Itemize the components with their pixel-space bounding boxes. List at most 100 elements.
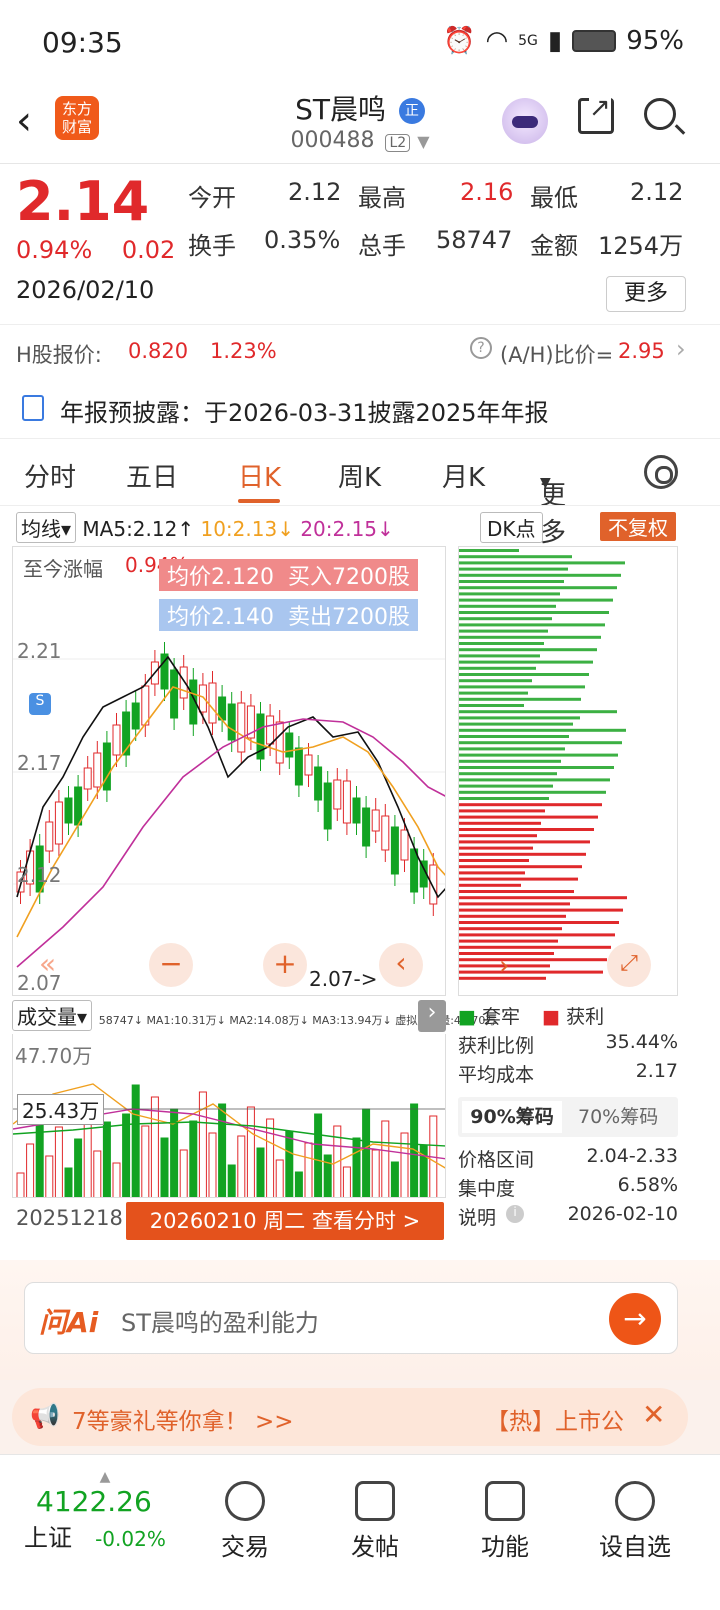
volume-selector[interactable]: 成交量▾ [12, 1000, 93, 1031]
share-icon[interactable] [578, 93, 614, 134]
chip-bar [459, 728, 626, 732]
volume-bar [237, 1135, 246, 1197]
fuquan-button[interactable]: 不复权 [600, 512, 676, 541]
yen-icon [225, 1481, 265, 1521]
zoom-in-icon[interactable]: + [263, 943, 307, 987]
scroll-left-icon[interactable]: « [39, 947, 56, 980]
chip-bar [459, 890, 574, 893]
candle [141, 685, 150, 726]
step-left-icon[interactable]: ‹ [379, 943, 423, 987]
volume-bar [16, 1172, 25, 1197]
dk-selector[interactable]: DK点 [480, 512, 543, 543]
volume-bar [419, 1144, 428, 1197]
buy-tip: 均价2.120 买入7200股 [159, 559, 418, 591]
chip-row: 平均成本 2.17 [458, 1060, 678, 1089]
volume-bar [122, 1113, 131, 1197]
status-time: 09:35 [42, 26, 123, 59]
period-tabs: 分时 五日 日K 周K 月K 更多 ▼ [0, 439, 720, 548]
ma-legend: 均线▾ MA5:2.12↑ 10:2.13↓ 20:2.15↓ [16, 512, 394, 543]
volume-bar [390, 1161, 399, 1197]
ma20-value: 20:2.15↓ [300, 517, 394, 541]
info-icon[interactable]: i [506, 1205, 524, 1223]
h-share-row[interactable]: H股报价: 0.820 1.23% ? (A/H)比价= 2.95 › [0, 324, 720, 379]
zoom-out-icon[interactable]: − [149, 943, 193, 987]
chip-bar [459, 859, 529, 862]
chip-bar [459, 747, 565, 751]
ma-selector[interactable]: 均线▾ [16, 512, 77, 543]
ai-robot-icon[interactable] [502, 98, 548, 144]
chip-bar [459, 852, 586, 856]
tab-watchlist[interactable]: 设自选 [590, 1481, 680, 1562]
volume-bar [112, 1162, 121, 1197]
field-value: 2.12 [630, 178, 684, 206]
candle [304, 754, 313, 776]
tab-90-chips[interactable]: 90%筹码 [462, 1101, 562, 1133]
tab-wuri[interactable]: 五日 [126, 457, 178, 494]
chip-bar [459, 753, 618, 757]
chip-bar [459, 846, 533, 850]
ah-label: (A/H)比价= [500, 343, 614, 367]
help-icon[interactable]: ? [470, 337, 492, 359]
field-value: 2.12 [288, 178, 342, 206]
volume-bar [342, 1166, 351, 1197]
grid-icon [485, 1481, 525, 1521]
view-intraday-button[interactable]: 20260210 周二 查看分时 > [126, 1202, 444, 1240]
volume-bar [208, 1132, 217, 1197]
volume-bar [35, 1114, 44, 1197]
index-widget[interactable]: ▲ 4122.26 上证 -0.02% [20, 1469, 190, 1553]
chip-row-value: 2.17 [635, 1060, 678, 1082]
volume-bar [266, 1118, 275, 1197]
expand-icon[interactable]: ⤢ [607, 943, 651, 987]
candle [227, 703, 236, 741]
quote-date: 2026/02/10 [16, 276, 155, 304]
chip-bar [459, 648, 597, 652]
candle [64, 797, 73, 824]
tab-post[interactable]: 发帖 [330, 1481, 420, 1562]
volume-bar [64, 1167, 73, 1197]
chip-bar [459, 716, 580, 720]
volume-bar [150, 1096, 159, 1197]
candle [352, 797, 361, 824]
search-icon[interactable] [644, 98, 676, 130]
ai-input[interactable]: 问Ai ST晨鸣的盈利能力 → [24, 1282, 678, 1354]
chip-bar [459, 710, 617, 714]
candle [131, 702, 140, 730]
arrow-right-icon[interactable]: → [609, 1293, 661, 1345]
chip-bar [459, 586, 617, 590]
tab-70-chips[interactable]: 70%筹码 [578, 1101, 658, 1133]
close-icon[interactable]: ✕ [642, 1398, 665, 1431]
gear-icon[interactable] [644, 455, 678, 489]
chip-bar [459, 871, 525, 875]
volume-chart[interactable]: 47.70万 25.43万 [12, 1034, 446, 1198]
tab-rik[interactable]: 日K [238, 457, 281, 494]
volume-bar [45, 1155, 54, 1197]
chip-bar [459, 945, 611, 949]
index-name: 上证 [24, 1524, 72, 1552]
change-row: 0.94% 0.02 [16, 236, 175, 264]
kline-chart[interactable]: 至今涨幅 0.94% 1周期 均价2.120 买入7200股 均价2.140 卖… [12, 546, 446, 996]
chip-bar [459, 722, 573, 726]
chip-row-value: 35.44% [605, 1031, 678, 1053]
more-button[interactable]: 更多 [606, 276, 686, 312]
h-share-label: H股报价: [16, 343, 102, 367]
tab-fenshi[interactable]: 分时 [24, 457, 76, 494]
volume-bar [362, 1108, 371, 1197]
field-label: 最低 [530, 184, 578, 212]
tab-yuek[interactable]: 月K [442, 457, 485, 494]
chip-bar [459, 784, 553, 788]
tab-trade[interactable]: 交易 [200, 1481, 290, 1562]
notice-row[interactable]: 年报预披露：于2026-03-31披露2025年年报 [0, 379, 720, 439]
promo-banner[interactable]: 📢 7等豪礼等你拿！ >> 【热】上市公 ✕ [12, 1388, 688, 1446]
candle [237, 702, 246, 753]
tab-zhouk[interactable]: 周K [338, 457, 381, 494]
chip-bar [459, 865, 582, 869]
chip-step-icon[interactable]: › [499, 951, 509, 981]
collapse-arrow-icon[interactable]: › [418, 1000, 446, 1032]
stock-code: 000488 [290, 128, 375, 153]
tab-functions[interactable]: 功能 [460, 1481, 550, 1562]
candle [45, 821, 54, 852]
candle [400, 829, 409, 861]
more-dots-icon [615, 1481, 655, 1521]
chip-bar [459, 896, 627, 900]
volume-bar [131, 1084, 140, 1197]
